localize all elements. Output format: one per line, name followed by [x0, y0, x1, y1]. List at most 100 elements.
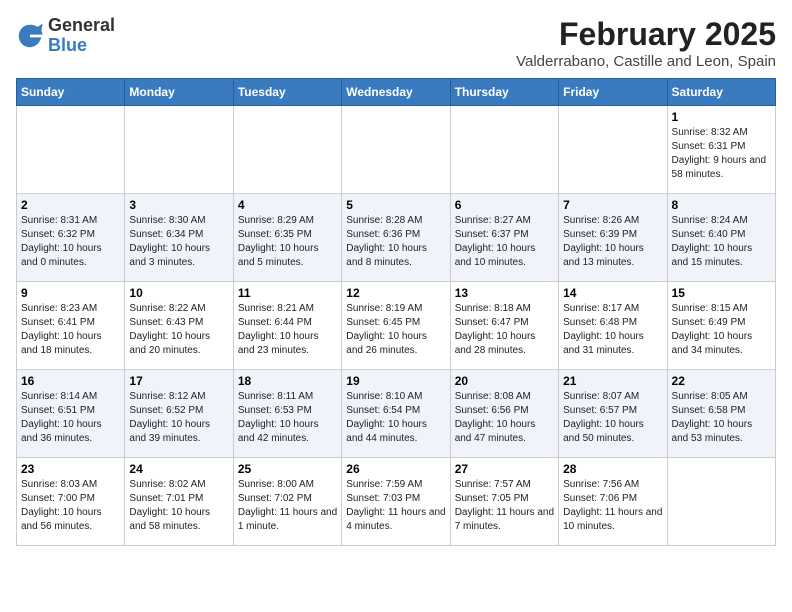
calendar-cell: 18 Sunrise: 8:11 AM Sunset: 6:53 PM Dayli… — [233, 370, 341, 458]
day-info: Sunrise: 8:21 AM Sunset: 6:44 PM Dayligh… — [238, 302, 337, 358]
calendar-cell: 27 Sunrise: 7:57 AM Sunset: 7:05 PM Dayli… — [450, 458, 558, 546]
calendar-week-1: 1Sunrise: 8:32 AM Sunset: 6:31 PM Daylig… — [17, 106, 776, 194]
day-number: 2 — [21, 198, 120, 212]
day-number: 18 — [238, 374, 337, 388]
day-number: 26 — [346, 462, 445, 476]
day-info: Sunrise: 8:23 AM Sunset: 6:41 PM Dayligh… — [21, 302, 120, 358]
day-info: Sunrise: 8:28 AM Sunset: 6:36 PM Dayligh… — [346, 214, 445, 270]
day-number: 19 — [346, 374, 445, 388]
calendar-cell — [125, 106, 233, 194]
day-info: Sunrise: 8:07 AM Sunset: 6:57 PM Dayligh… — [563, 390, 662, 446]
calendar-cell — [450, 106, 558, 194]
day-number: 20 — [455, 374, 554, 388]
calendar-cell: 15 Sunrise: 8:15 AM Sunset: 6:49 PM Dayli… — [667, 282, 775, 370]
day-info: Sunrise: 8:03 AM Sunset: 7:00 PM Dayligh… — [21, 478, 120, 534]
calendar-cell: 26 Sunrise: 7:59 AM Sunset: 7:03 PM Dayli… — [342, 458, 450, 546]
month-title: February 2025 — [516, 16, 776, 53]
logo-text: General Blue — [48, 16, 115, 56]
day-number: 24 — [129, 462, 228, 476]
weekday-header-thursday: Thursday — [450, 79, 558, 106]
calendar-cell — [559, 106, 667, 194]
day-number: 6 — [455, 198, 554, 212]
calendar-week-4: 16Sunrise: 8:14 AM Sunset: 6:51 PM Dayli… — [17, 370, 776, 458]
weekday-header-friday: Friday — [559, 79, 667, 106]
day-number: 13 — [455, 286, 554, 300]
day-number: 27 — [455, 462, 554, 476]
calendar-cell: 21Sunrise: 8:07 AM Sunset: 6:57 PM Dayli… — [559, 370, 667, 458]
calendar-cell: 17 Sunrise: 8:12 AM Sunset: 6:52 PM Dayli… — [125, 370, 233, 458]
day-info: Sunrise: 8:24 AM Sunset: 6:40 PM Dayligh… — [672, 214, 771, 270]
day-number: 9 — [21, 286, 120, 300]
day-info: Sunrise: 8:19 AM Sunset: 6:45 PM Dayligh… — [346, 302, 445, 358]
calendar-cell — [667, 458, 775, 546]
day-info: Sunrise: 8:17 AM Sunset: 6:48 PM Dayligh… — [563, 302, 662, 358]
location-title: Valderrabano, Castille and Leon, Spain — [516, 53, 776, 70]
day-info: Sunrise: 8:15 AM Sunset: 6:49 PM Dayligh… — [672, 302, 771, 358]
day-number: 11 — [238, 286, 337, 300]
day-info: Sunrise: 8:30 AM Sunset: 6:34 PM Dayligh… — [129, 214, 228, 270]
calendar-cell: 20 Sunrise: 8:08 AM Sunset: 6:56 PM Dayli… — [450, 370, 558, 458]
calendar-cell: 3 Sunrise: 8:30 AM Sunset: 6:34 PM Daylig… — [125, 194, 233, 282]
day-number: 3 — [129, 198, 228, 212]
day-number: 23 — [21, 462, 120, 476]
calendar-table: SundayMondayTuesdayWednesdayThursdayFrid… — [16, 78, 776, 546]
day-info: Sunrise: 8:26 AM Sunset: 6:39 PM Dayligh… — [563, 214, 662, 270]
day-info: Sunrise: 8:08 AM Sunset: 6:56 PM Dayligh… — [455, 390, 554, 446]
weekday-header-monday: Monday — [125, 79, 233, 106]
day-info: Sunrise: 8:02 AM Sunset: 7:01 PM Dayligh… — [129, 478, 228, 534]
day-info: Sunrise: 7:56 AM Sunset: 7:06 PM Dayligh… — [563, 478, 662, 534]
day-info: Sunrise: 8:12 AM Sunset: 6:52 PM Dayligh… — [129, 390, 228, 446]
calendar-cell: 9 Sunrise: 8:23 AM Sunset: 6:41 PM Daylig… — [17, 282, 125, 370]
calendar-cell: 22 Sunrise: 8:05 AM Sunset: 6:58 PM Dayli… — [667, 370, 775, 458]
calendar-cell — [342, 106, 450, 194]
calendar-cell: 1Sunrise: 8:32 AM Sunset: 6:31 PM Daylig… — [667, 106, 775, 194]
calendar-cell: 13 Sunrise: 8:18 AM Sunset: 6:47 PM Dayli… — [450, 282, 558, 370]
day-number: 1 — [672, 110, 771, 124]
day-number: 5 — [346, 198, 445, 212]
day-number: 14 — [563, 286, 662, 300]
weekday-header-row: SundayMondayTuesdayWednesdayThursdayFrid… — [17, 79, 776, 106]
calendar-cell — [17, 106, 125, 194]
day-info: Sunrise: 8:18 AM Sunset: 6:47 PM Dayligh… — [455, 302, 554, 358]
day-info: Sunrise: 8:05 AM Sunset: 6:58 PM Dayligh… — [672, 390, 771, 446]
calendar-cell: 25Sunrise: 8:00 AM Sunset: 7:02 PM Dayli… — [233, 458, 341, 546]
calendar-cell: 6Sunrise: 8:27 AM Sunset: 6:37 PM Daylig… — [450, 194, 558, 282]
logo-general: General — [48, 15, 115, 35]
calendar-cell: 2 Sunrise: 8:31 AM Sunset: 6:32 PM Daylig… — [17, 194, 125, 282]
calendar-cell: 4Sunrise: 8:29 AM Sunset: 6:35 PM Daylig… — [233, 194, 341, 282]
calendar-cell: 5 Sunrise: 8:28 AM Sunset: 6:36 PM Daylig… — [342, 194, 450, 282]
calendar-cell — [233, 106, 341, 194]
calendar-cell: 7Sunrise: 8:26 AM Sunset: 6:39 PM Daylig… — [559, 194, 667, 282]
logo-icon — [16, 22, 44, 50]
calendar-week-5: 23 Sunrise: 8:03 AM Sunset: 7:00 PM Dayli… — [17, 458, 776, 546]
calendar-cell: 8Sunrise: 8:24 AM Sunset: 6:40 PM Daylig… — [667, 194, 775, 282]
logo: General Blue — [16, 16, 115, 56]
calendar-cell: 19Sunrise: 8:10 AM Sunset: 6:54 PM Dayli… — [342, 370, 450, 458]
day-number: 15 — [672, 286, 771, 300]
weekday-header-tuesday: Tuesday — [233, 79, 341, 106]
day-info: Sunrise: 7:57 AM Sunset: 7:05 PM Dayligh… — [455, 478, 554, 534]
calendar-cell: 11 Sunrise: 8:21 AM Sunset: 6:44 PM Dayli… — [233, 282, 341, 370]
day-info: Sunrise: 7:59 AM Sunset: 7:03 PM Dayligh… — [346, 478, 445, 534]
day-info: Sunrise: 8:11 AM Sunset: 6:53 PM Dayligh… — [238, 390, 337, 446]
weekday-header-sunday: Sunday — [17, 79, 125, 106]
day-info: Sunrise: 8:22 AM Sunset: 6:43 PM Dayligh… — [129, 302, 228, 358]
weekday-header-saturday: Saturday — [667, 79, 775, 106]
day-number: 28 — [563, 462, 662, 476]
day-number: 22 — [672, 374, 771, 388]
calendar-cell: 12 Sunrise: 8:19 AM Sunset: 6:45 PM Dayli… — [342, 282, 450, 370]
calendar-cell: 24 Sunrise: 8:02 AM Sunset: 7:01 PM Dayli… — [125, 458, 233, 546]
calendar-cell: 14 Sunrise: 8:17 AM Sunset: 6:48 PM Dayli… — [559, 282, 667, 370]
calendar-cell: 10 Sunrise: 8:22 AM Sunset: 6:43 PM Dayli… — [125, 282, 233, 370]
day-info: Sunrise: 8:29 AM Sunset: 6:35 PM Dayligh… — [238, 214, 337, 270]
calendar-cell: 23 Sunrise: 8:03 AM Sunset: 7:00 PM Dayli… — [17, 458, 125, 546]
day-number: 12 — [346, 286, 445, 300]
day-number: 10 — [129, 286, 228, 300]
day-number: 17 — [129, 374, 228, 388]
day-info: Sunrise: 8:14 AM Sunset: 6:51 PM Dayligh… — [21, 390, 120, 446]
day-info: Sunrise: 8:31 AM Sunset: 6:32 PM Dayligh… — [21, 214, 120, 270]
calendar-cell: 28 Sunrise: 7:56 AM Sunset: 7:06 PM Dayli… — [559, 458, 667, 546]
title-area: February 2025 Valderrabano, Castille and… — [516, 16, 776, 70]
calendar-week-2: 2 Sunrise: 8:31 AM Sunset: 6:32 PM Daylig… — [17, 194, 776, 282]
calendar-cell: 16Sunrise: 8:14 AM Sunset: 6:51 PM Dayli… — [17, 370, 125, 458]
